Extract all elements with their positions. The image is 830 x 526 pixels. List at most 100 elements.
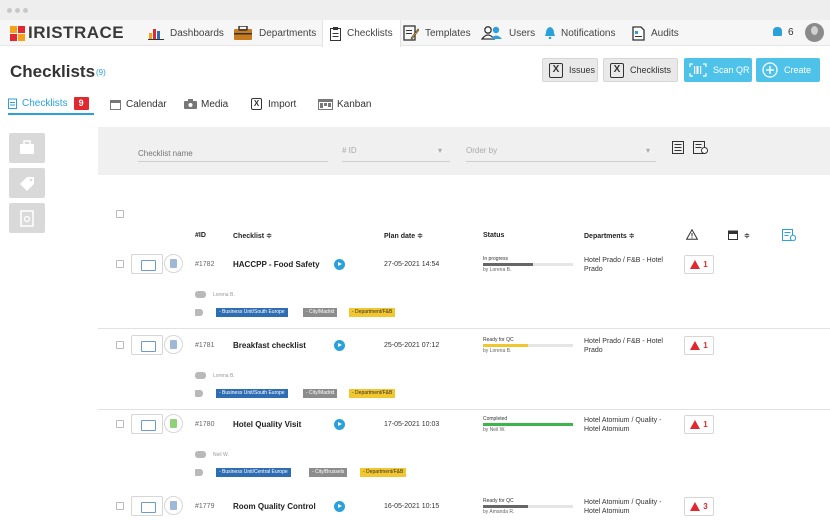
- row-checkbox[interactable]: [116, 502, 124, 510]
- checklist-id[interactable]: #1779: [195, 503, 214, 510]
- tab-label: Media: [201, 98, 229, 110]
- users-icon: [195, 372, 206, 379]
- checklist-id[interactable]: #1781: [195, 342, 214, 349]
- issues-badge[interactable]: 1: [684, 255, 714, 274]
- play-icon[interactable]: [334, 259, 345, 270]
- notification-bell-icon[interactable]: [773, 27, 782, 36]
- checklist-name[interactable]: Hotel Quality Visit: [233, 420, 301, 429]
- plan-date: 25-05-2021 07:12: [384, 342, 440, 349]
- tags-filter-button[interactable]: [9, 168, 45, 198]
- filter-list-icon[interactable]: [693, 141, 708, 154]
- user-avatar[interactable]: [805, 23, 824, 42]
- column-header-departments[interactable]: Departments ≑: [584, 232, 635, 240]
- row-checkbox[interactable]: [116, 341, 124, 349]
- tag-label[interactable]: - City/Brussels: [309, 468, 348, 477]
- row-checkbox[interactable]: [116, 260, 124, 268]
- tag-label[interactable]: - Business Unit/South Europe: [216, 389, 288, 398]
- status-cell: Ready for QC by Lorena B.: [483, 337, 573, 354]
- tag-icon: [195, 309, 203, 316]
- scan-qr-button[interactable]: Scan QR: [684, 58, 752, 82]
- status-cell: Ready for QC by Amanda R.: [483, 498, 573, 515]
- order-by-select[interactable]: Order by ▾: [466, 146, 656, 162]
- nav-notifications[interactable]: Notifications: [545, 20, 615, 46]
- nav-users[interactable]: Users: [481, 20, 535, 46]
- checklist-name[interactable]: Room Quality Control: [233, 502, 316, 511]
- button-label: Checklists: [630, 65, 672, 75]
- chevron-down-icon: ▾: [437, 146, 442, 155]
- nav-departments[interactable]: Departments: [233, 20, 316, 46]
- window-chrome: [0, 0, 830, 20]
- issues-badge[interactable]: 1: [684, 336, 714, 355]
- status-cell: Completed by Neil W.: [483, 416, 573, 433]
- tag-label[interactable]: - Business Unit/South Europe: [216, 308, 288, 317]
- checklist-name[interactable]: HACCPP - Food Safety: [233, 260, 320, 269]
- warning-icon[interactable]: [686, 229, 698, 240]
- document-icon: [632, 25, 645, 41]
- tag-label[interactable]: - Department/F&B: [349, 389, 396, 398]
- tag-label[interactable]: - City/Madrid: [303, 308, 338, 317]
- department-name: Hotel Prado / F&B - Hotel Prado: [584, 338, 663, 354]
- create-button[interactable]: Create: [756, 58, 820, 82]
- checklist-id[interactable]: #1780: [195, 421, 214, 428]
- responsible-name: Neil W.: [213, 451, 229, 458]
- column-header-id[interactable]: #ID: [195, 232, 206, 239]
- tag-label[interactable]: - City/Madrid: [303, 389, 338, 398]
- warning-icon: [690, 260, 701, 269]
- checklist-id[interactable]: #1782: [195, 261, 214, 268]
- tag-label[interactable]: - Department/F&B: [349, 308, 396, 317]
- tab-media[interactable]: Media: [184, 93, 228, 115]
- tab-label: Import: [268, 98, 297, 110]
- tag-label[interactable]: - Department/F&B: [360, 468, 407, 477]
- departments-filter-button[interactable]: [9, 133, 45, 163]
- save-filter-icon[interactable]: [672, 141, 684, 154]
- department-name: Hotel Atomium / Quality - Hotel Atomium: [584, 417, 662, 433]
- bar-chart-icon: [148, 28, 164, 40]
- checklist-count: (9): [96, 68, 106, 77]
- tab-calendar[interactable]: Calendar: [110, 93, 167, 115]
- notification-count: 6: [788, 27, 794, 38]
- department-name: Hotel Prado / F&B - Hotel Prado: [584, 257, 663, 273]
- responsible-user: Neil W.: [195, 451, 229, 458]
- users-icon: [481, 26, 502, 40]
- template-filter-button[interactable]: [9, 203, 45, 233]
- nav-label: Audits: [651, 27, 679, 39]
- department-icon: [131, 335, 163, 355]
- select-all-checkbox[interactable]: [116, 210, 124, 218]
- brand-logo[interactable]: IRISTRACE: [10, 23, 124, 43]
- responsible-user: Lorena B.: [195, 372, 235, 379]
- tag-label[interactable]: - Business Unit/Central Europe: [216, 468, 291, 477]
- tab-import[interactable]: X Import: [251, 93, 296, 115]
- issues-count: 3: [703, 502, 708, 511]
- tab-checklists[interactable]: Checklists 9: [8, 93, 94, 115]
- status-label: In progress: [483, 256, 509, 262]
- nav-dashboards[interactable]: Dashboards: [148, 20, 224, 46]
- checklist-name-input[interactable]: [138, 146, 328, 162]
- nav-templates[interactable]: Templates: [403, 20, 471, 46]
- column-header-calendar-sort[interactable]: ≑: [744, 232, 750, 240]
- button-label: Issues: [569, 65, 596, 75]
- nav-audits[interactable]: Audits: [632, 20, 679, 46]
- issues-badge[interactable]: 3: [684, 497, 714, 516]
- column-settings-icon[interactable]: [782, 229, 796, 241]
- row-checkbox[interactable]: [116, 420, 124, 428]
- excel-icon: X: [251, 98, 262, 110]
- window-dot: [7, 8, 12, 13]
- checklists-export-button[interactable]: X Checklists: [603, 58, 678, 82]
- progress-bar: [483, 263, 573, 266]
- play-icon[interactable]: [334, 419, 345, 430]
- tab-label: Checklists: [22, 97, 68, 109]
- issues-badge[interactable]: 1: [684, 415, 714, 434]
- users-icon: [195, 451, 206, 458]
- column-header-plan-date[interactable]: Plan date ≑: [384, 232, 423, 240]
- nav-checklists[interactable]: Checklists: [322, 20, 401, 47]
- nav-label: Checklists: [347, 28, 393, 39]
- column-header-checklist[interactable]: Checklist ≑: [233, 232, 272, 240]
- nav-label: Templates: [425, 27, 471, 39]
- play-icon[interactable]: [334, 501, 345, 512]
- checklist-name[interactable]: Breakfast checklist: [233, 341, 306, 350]
- excel-icon: X: [610, 62, 624, 78]
- id-select[interactable]: # ID ▾: [342, 146, 450, 162]
- tab-kanban[interactable]: Kanban: [318, 93, 371, 115]
- play-icon[interactable]: [334, 340, 345, 351]
- issues-button[interactable]: X Issues: [542, 58, 598, 82]
